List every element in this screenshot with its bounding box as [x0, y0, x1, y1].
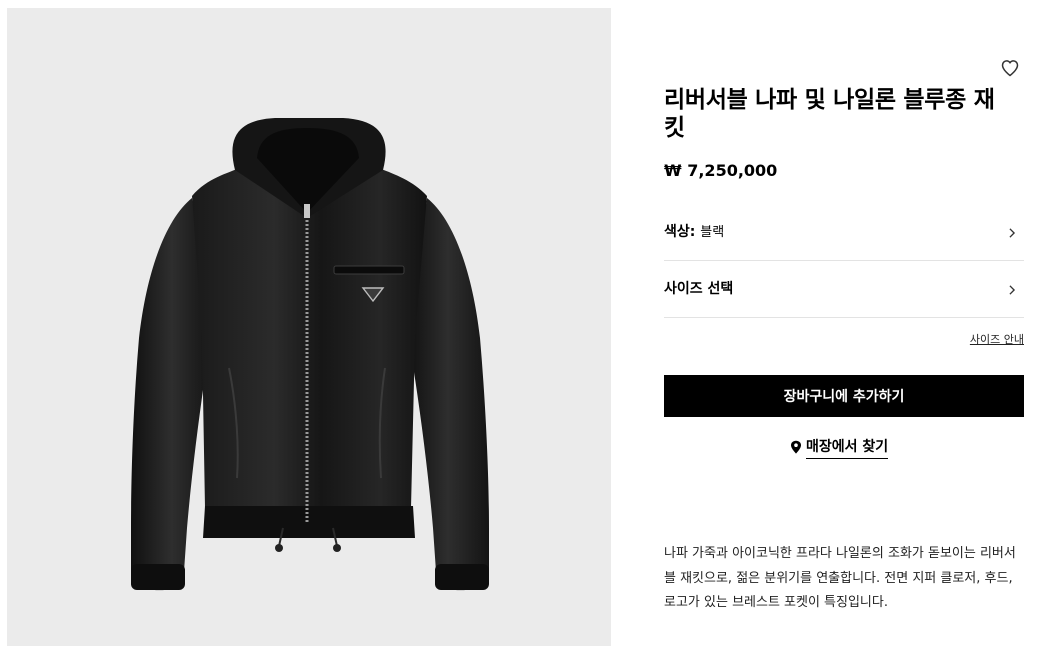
color-value: 블랙	[700, 225, 725, 240]
size-guide-link[interactable]: 사이즈 안내	[970, 331, 1024, 347]
color-label: 색상:	[664, 224, 696, 240]
product-title: 리버서블 나파 및 나일론 블루종 재킷	[664, 87, 995, 141]
add-to-cart-button[interactable]: 장바구니에 추가하기	[664, 375, 1024, 417]
find-in-store-link[interactable]: 매장에서 찾기	[790, 436, 889, 459]
product-info-panel: 리버서블 나파 및 나일론 블루종 재킷 ₩ 7,250,000 색상: 블랙 …	[664, 0, 1024, 646]
size-selector[interactable]: 사이즈 선택	[664, 261, 1024, 318]
product-image[interactable]	[7, 8, 611, 646]
find-in-store-label: 매장에서 찾기	[806, 436, 889, 459]
size-label: 사이즈 선택	[664, 281, 734, 297]
wishlist-button[interactable]	[1000, 58, 1020, 78]
chevron-right-icon	[1009, 285, 1016, 295]
location-pin-icon	[791, 440, 801, 454]
product-price: ₩ 7,250,000	[664, 161, 778, 180]
jacket-illustration	[131, 118, 489, 591]
product-description: 나파 가죽과 아이코닉한 프라다 나일론의 조화가 돋보이는 리버서블 재킷으로…	[664, 546, 1016, 610]
heart-icon	[1001, 60, 1019, 77]
chevron-right-icon	[1009, 228, 1016, 238]
color-selector[interactable]: 색상: 블랙	[664, 204, 1024, 261]
